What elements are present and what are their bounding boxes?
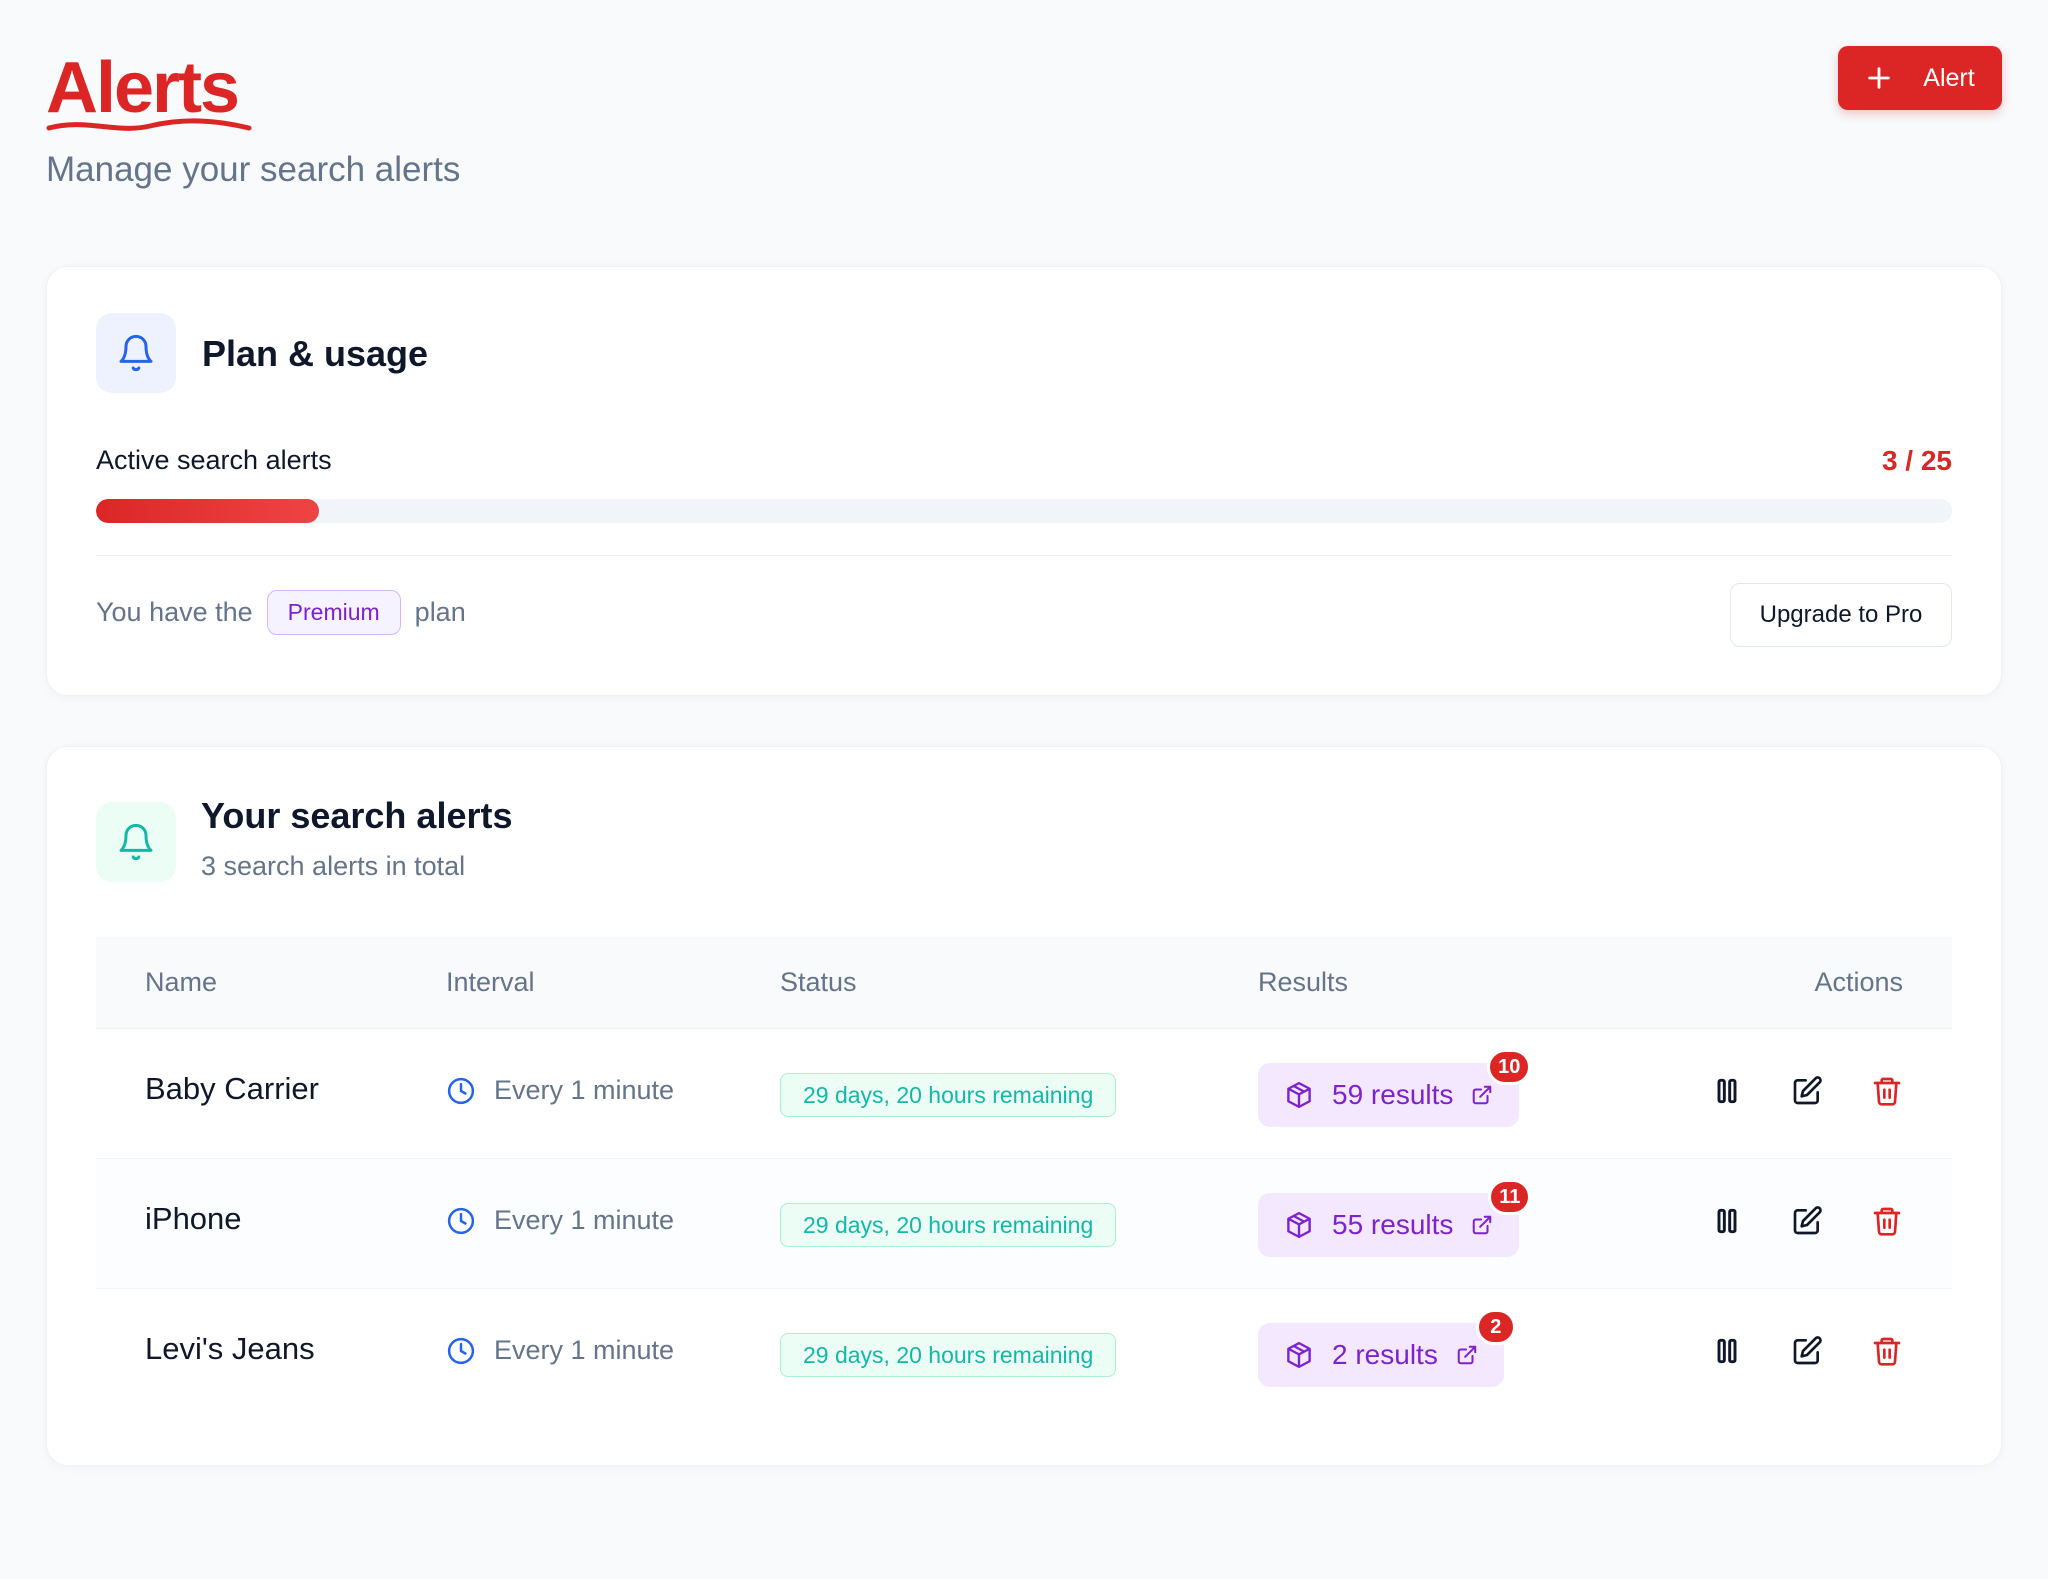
plan-line: You have the Premium plan xyxy=(96,590,466,635)
alert-name: iPhone xyxy=(145,1201,242,1236)
alert-interval: Every 1 minute xyxy=(446,1205,674,1236)
new-results-badge: 2 xyxy=(1475,1309,1516,1345)
alerts-title: Your search alerts xyxy=(201,795,513,836)
add-alert-button[interactable]: Alert xyxy=(1838,46,2002,110)
usage-progress-fill xyxy=(96,499,319,523)
results-label: 59 results xyxy=(1332,1079,1454,1110)
pause-button[interactable] xyxy=(1711,1335,1743,1367)
trash-icon xyxy=(1873,1337,1901,1366)
results-link[interactable]: 55 results 11 xyxy=(1258,1179,1532,1257)
alerts-page: Alerts Manage your search alerts Alert P… xyxy=(0,0,2048,1579)
pause-button[interactable] xyxy=(1711,1205,1743,1237)
title-underline-icon xyxy=(46,118,252,131)
row-actions xyxy=(1711,1335,1903,1367)
interval-label: Every 1 minute xyxy=(494,1335,675,1365)
alert-interval: Every 1 minute xyxy=(446,1075,674,1106)
external-link-icon xyxy=(1473,1215,1492,1235)
edit-button[interactable] xyxy=(1791,1335,1823,1367)
column-header-results: Results xyxy=(1258,967,1349,997)
plan-prefix: You have the xyxy=(96,597,253,627)
plan-badge: Premium xyxy=(266,590,401,635)
plan-bell-icon xyxy=(96,313,176,393)
delete-button[interactable] xyxy=(1871,1335,1903,1367)
delete-button[interactable] xyxy=(1871,1205,1903,1237)
column-header-status: Status xyxy=(780,967,857,997)
plus-icon xyxy=(1868,67,1891,89)
interval-label: Every 1 minute xyxy=(494,1205,675,1235)
edit-icon xyxy=(1793,1076,1822,1105)
add-alert-label: Alert xyxy=(1923,63,1975,92)
alerts-subtitle: 3 search alerts in total xyxy=(201,851,466,881)
edit-button[interactable] xyxy=(1791,1205,1823,1237)
pause-icon xyxy=(1717,1338,1737,1364)
box-icon xyxy=(1287,1341,1311,1369)
new-results-badge: 10 xyxy=(1487,1049,1532,1085)
delete-button[interactable] xyxy=(1871,1075,1903,1107)
column-header-name: Name xyxy=(145,967,218,997)
edit-icon xyxy=(1793,1206,1822,1235)
new-results-badge: 11 xyxy=(1488,1179,1532,1215)
title-block: Alerts Manage your search alerts xyxy=(46,46,460,189)
pause-button[interactable] xyxy=(1711,1075,1743,1107)
plan-suffix: plan xyxy=(414,597,466,627)
pause-icon xyxy=(1717,1208,1737,1234)
usage-label: Active search alerts xyxy=(96,445,332,475)
row-actions xyxy=(1711,1205,1903,1237)
status-badge: 29 days, 20 hours remaining xyxy=(780,1333,1117,1377)
results-link[interactable]: 2 results 2 xyxy=(1258,1309,1516,1387)
alerts-bell-icon xyxy=(96,802,176,882)
results-label: 55 results xyxy=(1332,1209,1454,1240)
upgrade-button[interactable]: Upgrade to Pro xyxy=(1730,583,1952,647)
trash-icon xyxy=(1873,1207,1901,1236)
plan-usage-card: Plan & usage Active search alerts 3 / 25… xyxy=(46,266,2002,696)
clock-icon xyxy=(447,1337,475,1364)
usage-progress-bar xyxy=(96,499,1952,523)
clock-icon xyxy=(447,1077,475,1104)
box-icon xyxy=(1287,1211,1311,1239)
divider xyxy=(96,555,1952,556)
table-row: Levi's Jeans Every 1 minute 29 days, 20 … xyxy=(96,1289,1952,1419)
edit-icon xyxy=(1793,1336,1822,1365)
status-badge: 29 days, 20 hours remaining xyxy=(780,1073,1117,1117)
alert-interval: Every 1 minute xyxy=(446,1335,674,1366)
external-link-icon xyxy=(1457,1345,1477,1365)
alert-name: Baby Carrier xyxy=(145,1071,319,1106)
alerts-table: Name Interval Status Results Actions Bab… xyxy=(96,937,1952,1419)
box-icon xyxy=(1287,1081,1311,1109)
page-subtitle: Manage your search alerts xyxy=(46,150,461,189)
interval-label: Every 1 minute xyxy=(494,1075,675,1105)
search-alerts-card: Your search alerts 3 search alerts in to… xyxy=(46,746,2002,1466)
column-header-actions: Actions xyxy=(1814,967,1903,997)
results-link[interactable]: 59 results 10 xyxy=(1258,1049,1532,1127)
external-link-icon xyxy=(1473,1085,1492,1105)
column-header-interval: Interval xyxy=(446,967,535,997)
row-actions xyxy=(1711,1075,1903,1107)
results-label: 2 results xyxy=(1332,1339,1438,1370)
table-row: Baby Carrier Every 1 minute 29 days, 20 … xyxy=(96,1029,1952,1159)
edit-button[interactable] xyxy=(1791,1075,1823,1107)
pause-icon xyxy=(1717,1078,1737,1104)
usage-count: 3 / 25 xyxy=(1881,445,1952,476)
plan-title: Plan & usage xyxy=(202,333,429,374)
table-header: Name Interval Status Results Actions xyxy=(96,937,1952,1029)
status-badge: 29 days, 20 hours remaining xyxy=(780,1203,1117,1247)
trash-icon xyxy=(1873,1077,1901,1106)
page-header: Alerts Manage your search alerts Alert xyxy=(46,46,2002,196)
alert-name: Levi's Jeans xyxy=(145,1331,315,1366)
clock-icon xyxy=(447,1207,475,1234)
table-row: iPhone Every 1 minute 29 days, 20 hours … xyxy=(96,1159,1952,1289)
